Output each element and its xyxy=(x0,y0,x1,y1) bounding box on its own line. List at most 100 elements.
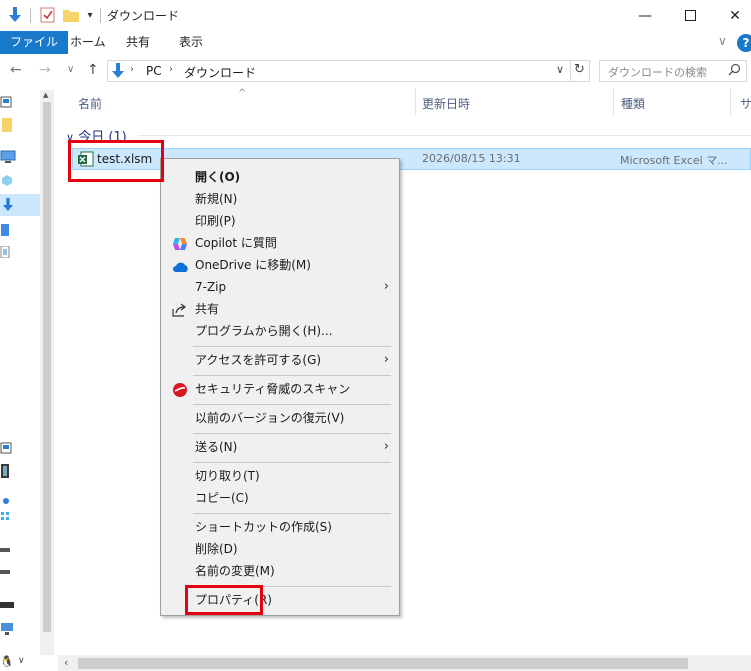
quick-access-icon[interactable] xyxy=(0,96,12,111)
menu-item-copy[interactable]: コピー(C) xyxy=(163,487,397,509)
address-bar[interactable]: › PC › ダウンロード ∨ ↻ xyxy=(107,60,590,82)
column-header-type[interactable]: 種類 xyxy=(621,95,645,112)
folder-icon[interactable] xyxy=(0,118,12,135)
window-title: ダウンロード xyxy=(107,9,180,23)
submenu-arrow-icon: › xyxy=(383,439,389,454)
linux-icon[interactable]: 🐧 xyxy=(0,655,14,668)
menu-item-label: 共有 xyxy=(195,302,220,316)
expand-chevron-icon[interactable]: ∨ xyxy=(18,656,25,666)
trendmicro-icon xyxy=(172,382,188,397)
network-location-icon[interactable] xyxy=(0,622,14,639)
horizontal-scrollbar-thumb[interactable] xyxy=(78,658,688,669)
title-bar: ▾ ダウンロード — ✕ xyxy=(0,0,751,31)
menu-item-delete[interactable]: 削除(D) xyxy=(163,538,397,560)
3d-objects-icon[interactable] xyxy=(0,174,12,189)
menu-item-open[interactable]: 開く(O) xyxy=(163,166,397,188)
menu-separator xyxy=(193,513,391,514)
menu-item-restore-versions[interactable]: 以前のバージョンの復元(V) xyxy=(163,407,397,429)
expand-ribbon-icon[interactable]: ∨ xyxy=(718,34,727,48)
breadcrumb-separator-icon: › xyxy=(169,64,173,75)
network-drive-icon[interactable] xyxy=(0,598,14,612)
breadcrumb-pc[interactable]: PC xyxy=(146,64,162,78)
context-menu: 開く(O) 新規(N) 印刷(P) Copilot に質問 OneDrive に… xyxy=(160,158,400,616)
document-icon[interactable] xyxy=(0,245,10,261)
menu-separator xyxy=(193,375,391,376)
column-divider[interactable] xyxy=(613,88,614,116)
nav-item-downloads-selected[interactable] xyxy=(0,194,40,216)
documents-icon[interactable] xyxy=(0,224,10,239)
highlight-box-file xyxy=(68,140,164,182)
help-icon[interactable]: ? xyxy=(737,34,751,52)
drive-c-icon[interactable] xyxy=(0,542,10,556)
menu-item-print[interactable]: 印刷(P) xyxy=(163,210,397,232)
menu-item-cut[interactable]: 切り取り(T) xyxy=(163,465,397,487)
menu-item-open-with[interactable]: プログラムから開く(H)... xyxy=(163,320,397,342)
tab-view[interactable]: 表示 xyxy=(171,31,211,54)
nav-scrollbar-thumb[interactable] xyxy=(43,102,51,632)
properties-checklist-icon[interactable] xyxy=(38,6,56,24)
drive-icon[interactable] xyxy=(0,442,12,457)
new-folder-icon[interactable] xyxy=(62,6,80,24)
recent-locations-icon[interactable]: ∨ xyxy=(67,64,74,75)
divider xyxy=(570,61,571,81)
menu-item-send-to[interactable]: 送る(N) › xyxy=(163,436,397,458)
maximize-icon[interactable] xyxy=(667,0,713,31)
navigation-pane: 🐧 ∨ ▲ xyxy=(0,90,57,668)
file-date: 2026/08/15 13:31 xyxy=(422,152,521,165)
download-arrow-icon[interactable] xyxy=(6,6,24,24)
highlight-box-properties xyxy=(185,585,263,615)
copilot-icon xyxy=(172,236,188,250)
refresh-icon[interactable]: ↻ xyxy=(574,62,585,77)
network-icon[interactable] xyxy=(0,510,10,524)
file-type: Microsoft Excel マ... xyxy=(620,154,728,167)
pc-icon[interactable] xyxy=(0,150,16,167)
search-placeholder: ダウンロードの検索 xyxy=(608,66,707,79)
group-divider xyxy=(138,135,751,136)
forward-icon[interactable]: → xyxy=(39,62,51,78)
menu-item-share[interactable]: 共有 xyxy=(163,298,397,320)
column-header-date[interactable]: 更新日時 xyxy=(422,95,470,112)
customize-quick-access-icon[interactable]: ▾ xyxy=(84,6,96,24)
menu-item-onedrive[interactable]: OneDrive に移動(M) xyxy=(163,254,397,276)
music-icon[interactable] xyxy=(2,494,10,508)
search-icon xyxy=(728,63,741,79)
menu-item-give-access[interactable]: アクセスを許可する(G) › xyxy=(163,349,397,371)
column-divider[interactable] xyxy=(415,88,416,116)
onedrive-icon xyxy=(172,258,188,272)
back-icon[interactable]: ← xyxy=(10,62,22,78)
menu-item-label: 7-Zip xyxy=(195,280,227,294)
menu-separator xyxy=(193,404,391,405)
column-header-size[interactable]: サ xyxy=(740,95,751,112)
address-dropdown-icon[interactable]: ∨ xyxy=(556,63,564,76)
divider xyxy=(100,8,101,23)
menu-item-copilot[interactable]: Copilot に質問 xyxy=(163,232,397,254)
video-icon[interactable] xyxy=(0,464,10,481)
menu-item-rename[interactable]: 名前の変更(M) xyxy=(163,560,397,582)
menu-item-security-scan[interactable]: セキュリティ脅威のスキャン xyxy=(163,378,397,400)
close-icon[interactable]: ✕ xyxy=(712,0,751,31)
up-icon[interactable]: ↑ xyxy=(87,62,99,78)
scroll-up-icon[interactable]: ▲ xyxy=(43,91,48,99)
ribbon-tabs: ファイル ホーム 共有 表示 ∨ ? xyxy=(0,31,751,54)
menu-item-new[interactable]: 新規(N) xyxy=(163,188,397,210)
column-header-name[interactable]: 名前 xyxy=(78,95,102,112)
breadcrumb-downloads[interactable]: ダウンロード xyxy=(184,64,256,81)
menu-item-7zip[interactable]: 7-Zip › xyxy=(163,276,397,298)
drive-d-icon[interactable] xyxy=(0,564,10,578)
scroll-left-icon[interactable]: ‹ xyxy=(64,656,68,669)
tab-home[interactable]: ホーム xyxy=(62,31,114,54)
minimize-icon[interactable]: — xyxy=(622,0,668,31)
menu-separator xyxy=(193,462,391,463)
menu-separator xyxy=(193,346,391,347)
tab-share[interactable]: 共有 xyxy=(118,31,158,54)
tab-file[interactable]: ファイル xyxy=(0,31,69,54)
menu-item-label: OneDrive に移動(M) xyxy=(195,258,311,272)
menu-item-create-shortcut[interactable]: ショートカットの作成(S) xyxy=(163,516,397,538)
column-divider[interactable] xyxy=(730,88,731,116)
submenu-arrow-icon: › xyxy=(383,352,389,367)
navigation-bar: ← → ∨ ↑ › PC › ダウンロード ∨ ↻ ダウンロードの検索 xyxy=(0,58,751,86)
search-input[interactable]: ダウンロードの検索 xyxy=(599,60,747,82)
menu-item-label: アクセスを許可する(G) xyxy=(195,353,322,367)
menu-item-label: Copilot に質問 xyxy=(195,236,277,250)
sort-ascending-icon: ^ xyxy=(238,88,247,99)
